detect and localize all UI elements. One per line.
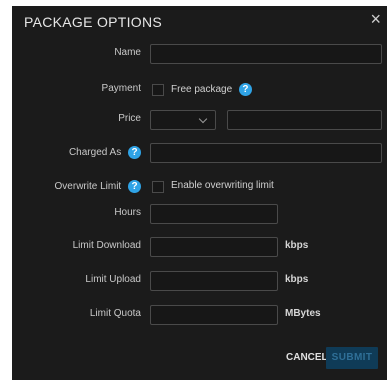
free-package-checkbox[interactable] <box>152 84 164 96</box>
submit-button[interactable]: SUBMIT <box>326 347 378 369</box>
charged-as-label: Charged As ? <box>69 146 141 159</box>
price-label: Price <box>118 113 141 124</box>
package-options-dialog: PACKAGE OPTIONS × Name Payment Free pack… <box>12 6 387 380</box>
free-package-text: Free package <box>171 84 233 95</box>
currency-select[interactable] <box>150 110 216 130</box>
name-input[interactable] <box>150 44 382 64</box>
chevron-down-icon <box>198 114 208 124</box>
hours-input[interactable] <box>150 204 278 224</box>
limit-download-input[interactable] <box>150 237 278 257</box>
price-input[interactable] <box>227 110 382 130</box>
enable-overwriting-checkbox[interactable] <box>152 181 164 193</box>
payment-row: Payment Free package ? <box>12 80 387 102</box>
free-package-label: Free package ? <box>171 83 252 96</box>
close-icon[interactable]: × <box>370 10 381 28</box>
limit-quota-unit: MBytes <box>285 308 321 319</box>
payment-label: Payment <box>101 83 141 94</box>
overwrite-limit-row: Overwrite Limit ? Enable overwriting lim… <box>12 177 387 199</box>
name-row: Name <box>12 44 387 66</box>
name-label: Name <box>114 47 141 58</box>
overwrite-limit-text: Overwrite Limit <box>54 181 122 193</box>
charged-as-text: Charged As <box>68 147 122 159</box>
limit-upload-label: Limit Upload <box>85 274 141 285</box>
hours-row: Hours <box>12 204 387 226</box>
help-icon[interactable]: ? <box>128 146 141 159</box>
limit-upload-row: Limit Upload kbps <box>12 271 387 293</box>
cancel-button[interactable]: CANCEL <box>286 352 328 363</box>
limit-upload-input[interactable] <box>150 271 278 291</box>
limit-quota-label: Limit Quota <box>89 308 141 319</box>
dialog-title: PACKAGE OPTIONS <box>24 14 163 30</box>
price-row: Price <box>12 110 387 132</box>
overwrite-limit-label: Overwrite Limit ? <box>55 180 141 193</box>
charged-as-input[interactable] <box>150 143 382 163</box>
help-icon[interactable]: ? <box>128 180 141 193</box>
limit-quota-input[interactable] <box>150 305 278 325</box>
help-icon[interactable]: ? <box>238 83 252 96</box>
charged-as-row: Charged As ? <box>12 143 387 165</box>
enable-overwriting-label: Enable overwriting limit <box>171 180 274 191</box>
limit-download-unit: kbps <box>285 240 309 251</box>
limit-quota-row: Limit Quota MBytes <box>12 305 387 327</box>
limit-download-label: Limit Download <box>72 240 141 251</box>
hours-label: Hours <box>114 207 141 218</box>
limit-download-row: Limit Download kbps <box>12 237 387 259</box>
limit-upload-unit: kbps <box>285 274 309 285</box>
